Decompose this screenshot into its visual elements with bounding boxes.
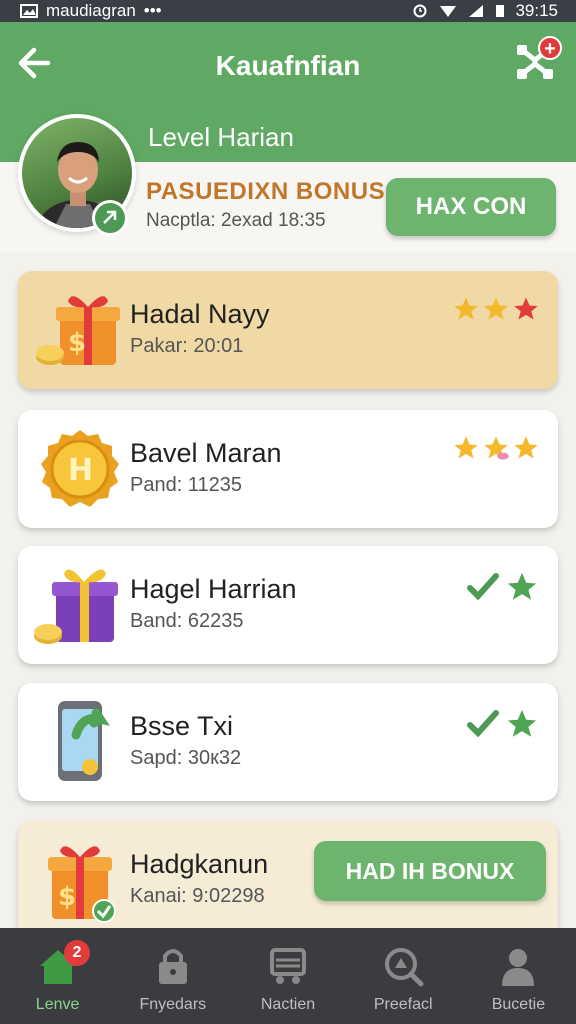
nav-label: Fnyedars [139, 996, 207, 1013]
page-title: Kauafnfian [215, 50, 361, 81]
profile-icon [502, 949, 535, 986]
battery-icon [496, 5, 505, 17]
status-bar: maudiagran ••• 39:15 [0, 0, 576, 22]
reward-card[interactable]: $ Hadal Nayy Pakar: 20:01 [18, 271, 558, 389]
nav-item-cart[interactable]: Nactien [230, 928, 345, 1024]
gift-box-check-icon: $ [48, 846, 116, 923]
nav-item-profile[interactable]: Bucetie [461, 928, 576, 1024]
status-time: 39:15 [515, 1, 558, 20]
reward-card[interactable]: Hagel Harrian Band: 62235 [18, 546, 558, 664]
level-title: Level Harian [148, 122, 294, 152]
reward-subtitle: Kanai: 9:02298 [130, 885, 265, 907]
reward-title: Bsse Txi [130, 711, 234, 741]
gold-coin-icon: H [41, 430, 119, 507]
broken-star-icon [484, 436, 509, 460]
green-star-icon [507, 572, 537, 600]
nav-item-lock[interactable]: Fnyedars [115, 928, 230, 1024]
lock-icon [158, 949, 187, 984]
bonus-timer: Nacptla: 2exad 18:35 [146, 210, 326, 231]
reward-title: Hagel Harrian [130, 574, 297, 604]
nav-item-home[interactable]: 2 Lenve [0, 928, 115, 1024]
reward-subtitle: Band: 62235 [130, 610, 244, 632]
star-rating [452, 434, 540, 462]
reward-subtitle: Sapd: 30к32 [130, 747, 242, 769]
check-icon [467, 710, 499, 738]
reward-subtitle: Pand: 11235 [130, 474, 242, 496]
nav-label: Bucetie [491, 996, 546, 1013]
claim-button[interactable]: HAX CON [386, 178, 556, 236]
reward-title: Hadal Nayy [130, 299, 270, 329]
nav-label: Nactien [260, 996, 316, 1013]
reward-subtitle: Pakar: 20:01 [130, 335, 244, 357]
reward-status [466, 707, 540, 741]
reward-card[interactable]: H Bavel Maran Pand: 11235 [18, 410, 558, 528]
signal-icon [469, 5, 484, 17]
reward-card[interactable]: $ Hadgkanun Kanai: 9:02298 HAD IH BONUX [18, 821, 558, 941]
verified-badge-icon [92, 200, 128, 236]
svg-text:H: H [68, 453, 93, 488]
wifi-icon [440, 6, 457, 17]
status-dots: ••• [143, 1, 162, 20]
bottom-nav: 2 Lenve Fnyedars Nactien Preefacl Buceti… [0, 928, 576, 1024]
green-star-icon [507, 709, 537, 737]
check-icon [467, 573, 499, 601]
nav-label: Preefacl [373, 996, 433, 1013]
cart-icon [270, 948, 306, 984]
red-star-icon [514, 297, 538, 320]
image-icon [20, 4, 38, 18]
reward-title: Hadgkanun [130, 849, 269, 879]
gift-box-coin-icon: $ [36, 296, 120, 365]
bonus-title: PASUEDIXN BONUS [146, 178, 386, 205]
plus-badge-icon: + [538, 36, 562, 60]
search-icon [385, 948, 424, 987]
gold-star-icon [514, 436, 538, 459]
gold-star-icon [454, 436, 478, 459]
phone-refresh-icon [58, 701, 110, 781]
reward-card[interactable]: Bsse Txi Sapd: 30к32 [18, 683, 558, 801]
reward-title: Bavel Maran [130, 438, 282, 468]
svg-text:$: $ [58, 882, 76, 912]
svg-text:$: $ [68, 328, 86, 358]
status-app-label: maudiagran [46, 1, 136, 20]
gold-star-icon [484, 297, 508, 320]
star-rating [452, 295, 540, 323]
claim-bonus-button[interactable]: HAD IH BONUX [314, 841, 546, 901]
reward-status [466, 570, 540, 604]
purple-gift-icon [34, 569, 118, 644]
nav-item-search[interactable]: Preefacl [346, 928, 461, 1024]
notification-badge: 2 [64, 940, 90, 966]
share-button[interactable]: + [512, 36, 562, 84]
alarm-icon [413, 4, 427, 18]
nav-label: Lenve [35, 996, 80, 1013]
gold-star-icon [454, 297, 478, 320]
